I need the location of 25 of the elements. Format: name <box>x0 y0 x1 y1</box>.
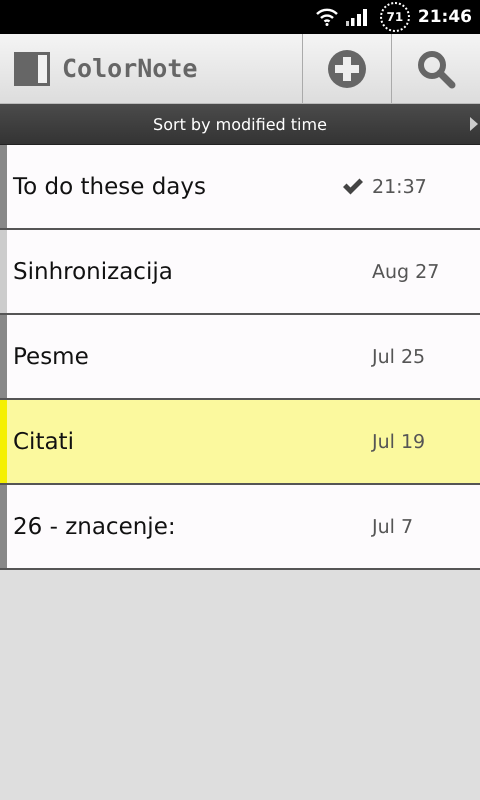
wifi-icon <box>316 8 338 26</box>
note-date: Jul 7 <box>372 516 414 538</box>
app-logo-icon <box>14 52 50 86</box>
note-item[interactable]: Sinhronizacija Aug 27 <box>0 230 480 315</box>
triangle-right-icon <box>470 117 478 131</box>
note-item[interactable]: Citati Jul 19 <box>0 400 480 485</box>
note-title: Pesme <box>13 344 90 370</box>
plus-icon <box>327 48 367 88</box>
note-date: Jul 19 <box>372 430 426 452</box>
note-item[interactable]: Pesme Jul 25 <box>0 315 480 400</box>
note-date: Aug 27 <box>372 260 440 282</box>
note-title: To do these days <box>13 174 207 200</box>
note-date: Jul 25 <box>372 346 426 368</box>
note-title: Citati <box>13 428 75 454</box>
note-item[interactable]: To do these days 21:37 <box>0 145 480 230</box>
note-title: Sinhronizacija <box>13 258 174 284</box>
search-icon <box>416 48 456 88</box>
sort-bar[interactable]: Sort by modified time <box>0 104 480 144</box>
note-date: 21:37 <box>372 176 428 198</box>
app-title: ColorNote <box>62 54 198 83</box>
clock-time: 21:46 <box>418 7 472 27</box>
note-title: 26 - znacenje: <box>13 514 177 540</box>
note-item[interactable]: 26 - znacenje: Jul 7 <box>0 485 480 570</box>
battery-level: 71 <box>380 2 410 32</box>
signal-icon <box>346 8 368 26</box>
